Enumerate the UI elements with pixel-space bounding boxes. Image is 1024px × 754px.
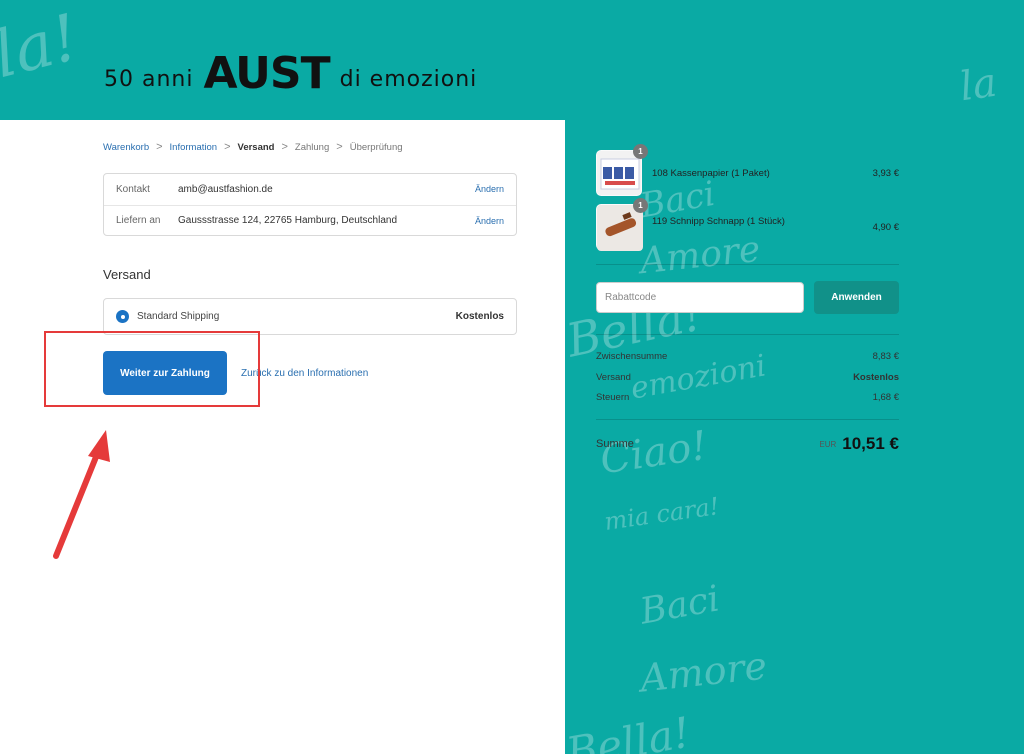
product-thumbnail: 1 [596, 198, 648, 251]
chevron-right-icon: > [281, 141, 288, 153]
contact-label: Kontakt [116, 183, 150, 195]
product-name: 108 Kassenpapier (1 Paket) [652, 167, 770, 179]
apply-discount-button[interactable]: Anwenden [814, 281, 899, 314]
logo[interactable]: 50 anni AUST di emozioni [104, 52, 477, 96]
contact-value: amb@austfashion.de [178, 183, 273, 195]
contact-row: Kontakt amb@austfashion.de Ändern [116, 174, 504, 204]
logo-brand: AUST [203, 48, 330, 99]
tax-label: Steuern [596, 392, 630, 403]
shipping-cost-row: Versand Kostenlos [596, 372, 899, 383]
change-contact-link[interactable]: Ändern [475, 184, 504, 194]
back-to-information-link[interactable]: Zurück zu den Informationen [241, 368, 368, 379]
breadcrumb: Warenkorb > Information > Versand > Zahl… [103, 141, 403, 153]
shipping-method-price: Kostenlos [455, 311, 504, 322]
breadcrumb-payment: Zahlung [294, 141, 330, 153]
subtotal-value: 8,83 € [872, 351, 899, 362]
breadcrumb-review: Überprüfung [349, 141, 403, 153]
chevron-right-icon: > [156, 141, 163, 153]
shipping-cost-value: Kostenlos [853, 372, 899, 383]
change-address-link[interactable]: Ändern [475, 216, 504, 226]
total-amount: 10,51 € [842, 434, 899, 453]
quantity-badge: 1 [633, 198, 648, 213]
breadcrumb-cart[interactable]: Warenkorb [103, 142, 149, 153]
tax-row: Steuern 1,68 € [596, 392, 899, 403]
checkout-main: Warenkorb > Information > Versand > Zahl… [0, 120, 565, 754]
product-name: 119 Schnipp Schnapp (1 Stück) [652, 216, 785, 227]
cart-item: 1 119 Schnipp Schnapp (1 Stück) 4,90 € [596, 198, 899, 251]
ship-to-label: Liefern an [116, 215, 161, 226]
shipping-method-name: Standard Shipping [137, 311, 220, 322]
discount-code-input[interactable] [596, 282, 804, 313]
product-price: 3,93 € [872, 167, 899, 179]
review-box: Kontakt amb@austfashion.de Ändern Liefer… [103, 173, 517, 236]
tax-value: 1,68 € [872, 392, 899, 403]
breadcrumb-information[interactable]: Information [170, 142, 218, 153]
logo-suffix: di emozioni [339, 67, 478, 92]
breadcrumb-shipping: Versand [237, 141, 275, 153]
shipping-cost-label: Versand [596, 372, 631, 383]
subtotal-row: Zwischensumme 8,83 € [596, 351, 899, 362]
shipping-section-title: Versand [103, 267, 151, 282]
site-header: 50 anni AUST di emozioni [0, 0, 1024, 120]
chevron-right-icon: > [224, 141, 231, 153]
total-label: Summe [596, 438, 634, 450]
product-thumbnail: 1 [596, 144, 648, 196]
total-row: Summe EUR 10,51 € [596, 434, 899, 454]
logo-prefix: 50 anni [104, 67, 194, 92]
divider [596, 334, 899, 335]
divider [596, 419, 899, 420]
subtotal-label: Zwischensumme [596, 351, 668, 362]
ship-to-row: Liefern an Gaussstrasse 124, 22765 Hambu… [104, 205, 516, 235]
divider [596, 264, 899, 265]
order-summary: 1 108 Kassenpapier (1 Paket) 3,93 € 1 11… [565, 120, 1024, 754]
cart-item: 1 108 Kassenpapier (1 Paket) 3,93 € [596, 144, 899, 196]
chevron-right-icon: > [336, 141, 343, 153]
highlight-box [44, 331, 260, 407]
ship-to-value: Gaussstrasse 124, 22765 Hamburg, Deutsch… [178, 215, 398, 226]
total-currency: EUR [819, 439, 837, 449]
quantity-badge: 1 [633, 144, 648, 159]
product-price: 4,90 € [872, 221, 899, 233]
shipping-method-option[interactable]: Standard Shipping Kostenlos [103, 298, 517, 335]
radio-selected-icon[interactable] [116, 310, 129, 323]
